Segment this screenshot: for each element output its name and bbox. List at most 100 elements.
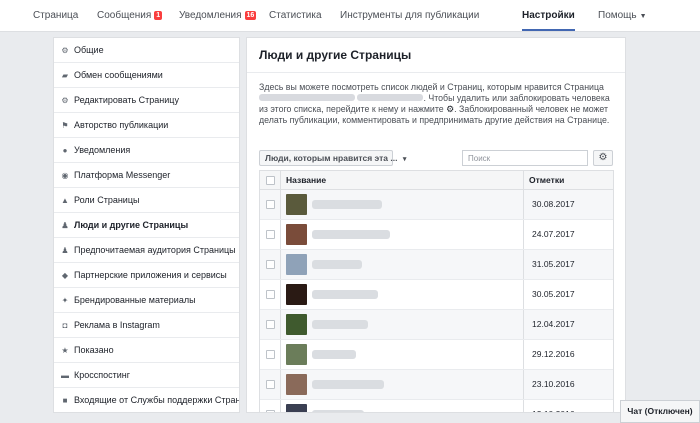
chat-button[interactable]: Чат (Отключен) <box>620 400 700 423</box>
sidebar-item-crossposting[interactable]: ▬ Кросспостинг <box>54 363 239 388</box>
divider <box>247 72 625 73</box>
video-icon: ▬ <box>61 371 69 380</box>
sidebar-item-label: Партнерские приложения и сервисы <box>74 270 227 280</box>
sidebar-item-page-roles[interactable]: ▲ Роли Страницы <box>54 188 239 213</box>
tab-settings[interactable]: Настройки <box>522 0 575 31</box>
avatar[interactable] <box>286 284 307 305</box>
column-divider <box>523 280 524 309</box>
sidebar-item-preferred-audience[interactable]: ♟ Предпочитаемая аудитория Страницы <box>54 238 239 263</box>
redacted-name[interactable] <box>312 380 384 389</box>
sidebar-item-support-inbox[interactable]: ■ Входящие от Службы поддержки Страницы <box>54 388 239 412</box>
row-checkbox[interactable] <box>266 320 275 329</box>
tab-label: Инструменты для публикации <box>340 10 480 21</box>
row-checkbox[interactable] <box>266 200 275 209</box>
tab-publishing-tools[interactable]: Инструменты для публикации <box>340 0 479 31</box>
sidebar-item-label: Уведомления <box>74 145 131 155</box>
sidebar-item-label: Роли Страницы <box>74 195 140 205</box>
column-divider <box>523 190 524 219</box>
sidebar-item-edit-page[interactable]: ⚙ Редактировать Страницу <box>54 88 239 113</box>
sidebar-item-label: Реклама в Instagram <box>74 320 160 330</box>
sidebar-item-instagram-ads[interactable]: ◘ Реклама в Instagram <box>54 313 239 338</box>
sidebar-item-branded-content[interactable]: ✦ Брендированные материалы <box>54 288 239 313</box>
redacted-name[interactable] <box>312 410 364 412</box>
sidebar-item-partner-apps[interactable]: ◆ Партнерские приложения и сервисы <box>54 263 239 288</box>
gear-icon: ⚙ <box>61 96 69 105</box>
sidebar-item-label: Обмен сообщениями <box>74 70 163 80</box>
audience-filter-dropdown[interactable]: Люди, которым нравится эта ... ▾ <box>259 150 406 166</box>
like-date: 23.10.2016 <box>532 379 575 389</box>
column-divider <box>523 220 524 249</box>
description-text: Здесь вы можете посмотреть список людей … <box>259 82 615 126</box>
redacted-name[interactable] <box>312 230 390 239</box>
redacted-name[interactable] <box>312 320 368 329</box>
redacted-name[interactable] <box>312 290 378 299</box>
avatar[interactable] <box>286 224 307 245</box>
table-row[interactable]: 29.12.2016 <box>260 340 613 370</box>
sidebar-item-label: Брендированные материалы <box>74 295 196 305</box>
description-part: Здесь вы можете посмотреть список людей … <box>259 82 604 92</box>
row-checkbox[interactable] <box>266 350 275 359</box>
row-checkbox[interactable] <box>266 380 275 389</box>
table-header: Название Отметки «Нравится» <box>260 171 613 203</box>
instagram-icon: ◘ <box>62 321 68 330</box>
filter-label: Люди, которым нравится эта ... <box>265 153 398 163</box>
row-checkbox[interactable] <box>266 290 275 299</box>
column-divider <box>280 310 281 339</box>
table-row[interactable]: 31.05.2017 <box>260 250 613 280</box>
table-row[interactable]: 13.10.2016 <box>260 400 613 412</box>
sidebar-item-featured[interactable]: ★ Показано <box>54 338 239 363</box>
redacted-name[interactable] <box>312 260 362 269</box>
sidebar-item-label: Входящие от Службы поддержки Страницы <box>74 395 239 405</box>
sidebar-item-messenger-platform[interactable]: ◉ Платформа Messenger <box>54 163 239 188</box>
avatar[interactable] <box>286 344 307 365</box>
tab-page[interactable]: Страница <box>33 0 78 31</box>
tab-notifications[interactable]: Уведомления 16 <box>179 0 257 31</box>
row-checkbox[interactable] <box>266 260 275 269</box>
row-checkbox[interactable] <box>266 410 275 412</box>
column-divider <box>523 250 524 279</box>
avatar[interactable] <box>286 314 307 335</box>
table-row[interactable]: 23.10.2016 <box>260 370 613 400</box>
column-divider <box>523 400 524 412</box>
sidebar-item-notifications[interactable]: ● Уведомления <box>54 138 239 163</box>
tab-messages[interactable]: Сообщения 1 <box>97 0 163 31</box>
gear-icon: ⚙ <box>598 152 608 163</box>
select-all-checkbox[interactable] <box>266 176 275 185</box>
caret-down-icon: ▼ <box>639 13 647 20</box>
like-date: 31.05.2017 <box>532 259 575 269</box>
column-header-name[interactable]: Название <box>286 171 326 189</box>
column-divider <box>523 310 524 339</box>
settings-gear-button[interactable]: ⚙ <box>593 150 613 166</box>
people-and-pages-panel: Люди и другие Страницы Здесь вы можете п… <box>246 37 626 413</box>
avatar[interactable] <box>286 254 307 275</box>
chat-bubble-icon: ▰ <box>61 71 69 80</box>
column-divider <box>280 190 281 219</box>
avatar[interactable] <box>286 194 307 215</box>
messenger-icon: ◉ <box>61 171 69 180</box>
like-date: 13.10.2016 <box>532 409 575 412</box>
redacted-page-name <box>357 94 424 101</box>
avatar[interactable] <box>286 374 307 395</box>
table-row[interactable]: 12.04.2017 <box>260 310 613 340</box>
facebook-icon: ■ <box>62 396 68 405</box>
tab-help[interactable]: Помощь ▼ <box>598 0 647 31</box>
person-icon: ▲ <box>61 196 69 205</box>
like-date: 30.05.2017 <box>532 289 575 299</box>
tab-insights[interactable]: Статистика <box>269 0 322 31</box>
sidebar-item-people-and-pages[interactable]: ♟ Люди и другие Страницы <box>54 213 239 238</box>
row-checkbox[interactable] <box>266 230 275 239</box>
redacted-name[interactable] <box>312 350 356 359</box>
search-input[interactable] <box>462 150 588 166</box>
notifications-badge: 16 <box>244 11 257 20</box>
top-navigation: Страница Сообщения 1 Уведомления 16 Статис… <box>0 0 700 32</box>
table-row[interactable]: 30.05.2017 <box>260 280 613 310</box>
sidebar-item-label: Авторство публикации <box>74 120 169 130</box>
sidebar-item-messaging[interactable]: ▰ Обмен сообщениями <box>54 63 239 88</box>
redacted-name[interactable] <box>312 200 382 209</box>
table-row[interactable]: 24.07.2017 <box>260 220 613 250</box>
messages-badge: 1 <box>154 11 163 20</box>
sidebar-item-general[interactable]: ⚙ Общие <box>54 38 239 63</box>
avatar[interactable] <box>286 404 307 412</box>
sidebar-item-post-attribution[interactable]: ⚑ Авторство публикации <box>54 113 239 138</box>
table-row[interactable]: 30.08.2017 <box>260 190 613 220</box>
